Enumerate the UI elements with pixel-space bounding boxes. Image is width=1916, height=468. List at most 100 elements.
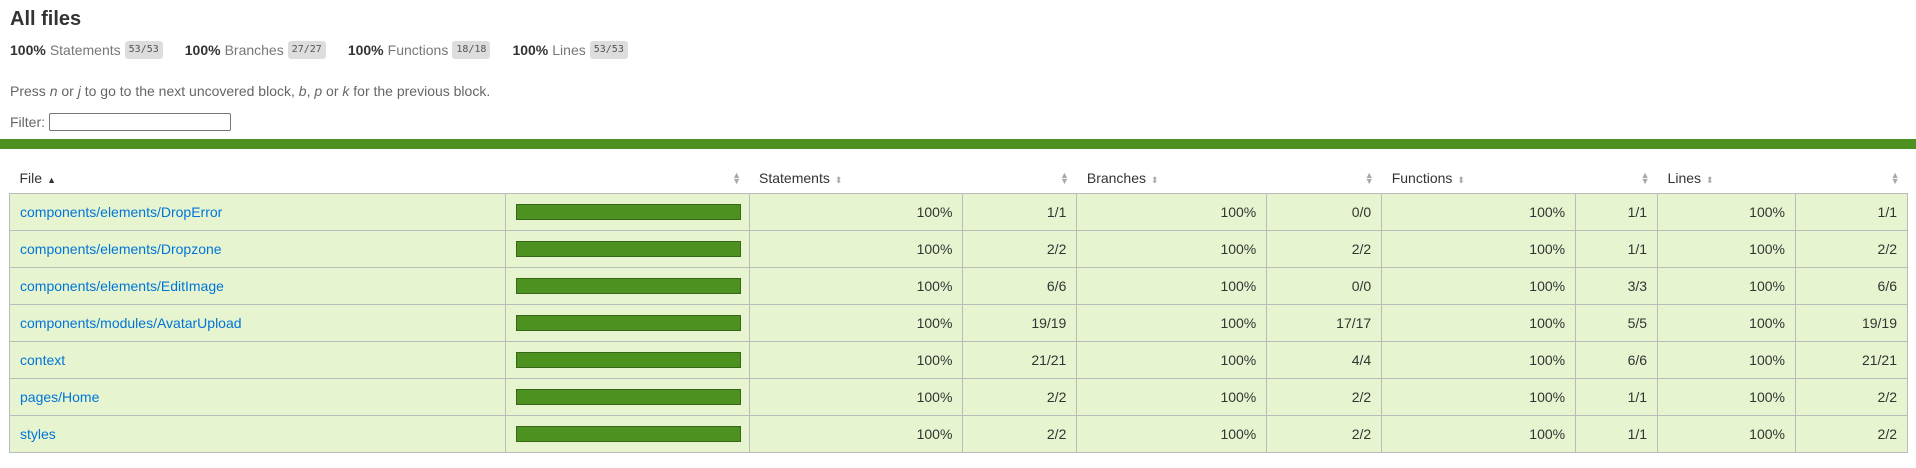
file-link[interactable]: components/elements/EditImage bbox=[20, 278, 224, 294]
sort-ascending-icon: ▲ bbox=[47, 175, 56, 185]
lines-fraction-cell: 2/2 bbox=[1794, 378, 1909, 416]
sort-icon: ⬍ bbox=[1706, 175, 1714, 185]
file-link[interactable]: pages/Home bbox=[20, 389, 99, 405]
coverage-bar-cell bbox=[504, 378, 750, 416]
statements-column-header[interactable]: Statements ⬍ bbox=[749, 163, 963, 194]
branches-column-header[interactable]: Branches ⬍ bbox=[1076, 163, 1267, 194]
statements-fraction-cell: 21/21 bbox=[962, 341, 1078, 379]
statements-pct-cell: 100% bbox=[748, 230, 964, 268]
functions-pct-cell: 100% bbox=[1381, 304, 1577, 342]
statements-fraction-cell: 2/2 bbox=[962, 415, 1078, 453]
summary-fraction: 27/27 bbox=[287, 41, 326, 59]
summary-functions: 100% Functions 18/18 bbox=[348, 41, 491, 59]
file-cell: pages/Home bbox=[9, 378, 506, 416]
branches-pct-cell: 100% bbox=[1076, 304, 1268, 342]
summary-label: Lines bbox=[552, 42, 586, 58]
summary-label: Branches bbox=[224, 42, 284, 58]
hint-text: or bbox=[57, 83, 78, 99]
branches-fraction-cell: 4/4 bbox=[1266, 341, 1383, 379]
file-link[interactable]: components/elements/DropError bbox=[20, 204, 222, 220]
sort-icon: ⬍ bbox=[1151, 175, 1159, 185]
file-cell: components/elements/Dropzone bbox=[9, 230, 506, 268]
summary-statements: 100% Statements 53/53 bbox=[10, 41, 163, 59]
hint-key: b bbox=[298, 83, 307, 99]
lines-fraction-cell: 6/6 bbox=[1794, 267, 1909, 305]
table-header-row: File ▲ ▲ ▼ Statements ⬍ ▲ ▼ Branches ⬍ ▲ ▼ Fun… bbox=[9, 163, 1908, 194]
functions-pct-cell: 100% bbox=[1381, 193, 1577, 231]
coverage-bar bbox=[515, 352, 741, 368]
branches-fraction-cell: 2/2 bbox=[1266, 230, 1383, 268]
functions-pct-cell: 100% bbox=[1381, 267, 1577, 305]
functions-raw-column-header[interactable]: ▲ ▼ bbox=[1575, 163, 1658, 194]
coverage-bar-column-header[interactable]: ▲ ▼ bbox=[505, 163, 750, 194]
filter-input[interactable] bbox=[49, 113, 231, 131]
coverage-bar bbox=[515, 426, 741, 442]
coverage-bar bbox=[515, 241, 741, 257]
statements-pct-cell: 100% bbox=[748, 193, 964, 231]
functions-fraction-cell: 1/1 bbox=[1575, 193, 1659, 231]
sort-icon: ▲ ▼ bbox=[732, 170, 742, 186]
branches-pct-cell: 100% bbox=[1076, 378, 1268, 416]
file-link[interactable]: styles bbox=[20, 426, 56, 442]
statements-fraction-cell: 1/1 bbox=[962, 193, 1078, 231]
branches-pct-cell: 100% bbox=[1076, 341, 1268, 379]
functions-fraction-cell: 3/3 bbox=[1575, 267, 1659, 305]
table-row: components/elements/Dropzone 100% 2/2 100% 2… bbox=[9, 230, 1909, 268]
coverage-bar-cell bbox=[504, 193, 750, 231]
coverage-bar-cell bbox=[504, 415, 750, 453]
file-cell: components/modules/AvatarUpload bbox=[9, 304, 506, 342]
header-label: Lines bbox=[1667, 170, 1702, 186]
table-row: components/modules/AvatarUpload 100% 19/19… bbox=[9, 304, 1909, 342]
functions-pct-cell: 100% bbox=[1381, 341, 1577, 379]
functions-pct-cell: 100% bbox=[1381, 378, 1577, 416]
file-column-header[interactable]: File ▲ bbox=[9, 163, 506, 194]
hint-text: for the previous block. bbox=[349, 83, 491, 99]
statements-pct-cell: 100% bbox=[748, 415, 964, 453]
statements-fraction-cell: 6/6 bbox=[962, 267, 1078, 305]
functions-pct-cell: 100% bbox=[1381, 230, 1577, 268]
coverage-status-line bbox=[0, 139, 1916, 149]
coverage-bar bbox=[515, 315, 741, 331]
filter-label: Filter: bbox=[10, 114, 45, 130]
file-link[interactable]: context bbox=[20, 352, 65, 368]
branches-pct-cell: 100% bbox=[1076, 415, 1268, 453]
statements-pct-cell: 100% bbox=[748, 341, 964, 379]
lines-fraction-cell: 1/1 bbox=[1794, 193, 1909, 231]
functions-fraction-cell: 1/1 bbox=[1575, 415, 1659, 453]
hint-key: p bbox=[314, 83, 323, 99]
lines-pct-cell: 100% bbox=[1657, 193, 1796, 231]
sort-icon: ▲ ▼ bbox=[1059, 170, 1069, 186]
sort-icon: ▲ ▼ bbox=[1890, 170, 1900, 186]
header-label: File bbox=[19, 170, 43, 186]
lines-pct-cell: 100% bbox=[1657, 341, 1796, 379]
filter-row: Filter: bbox=[10, 113, 1906, 131]
hint-text: to go to the next uncovered block, bbox=[80, 83, 299, 99]
keyboard-hint: Press n or j to go to the next uncovered… bbox=[10, 81, 1906, 101]
statements-fraction-cell: 19/19 bbox=[962, 304, 1078, 342]
lines-pct-cell: 100% bbox=[1657, 230, 1796, 268]
lines-column-header[interactable]: Lines ⬍ bbox=[1657, 163, 1796, 194]
coverage-bar-cell bbox=[504, 267, 750, 305]
header-label: Branches bbox=[1086, 170, 1147, 186]
table-row: pages/Home 100% 2/2 100% 2/2 100% 1/1 100% 2/2 bbox=[9, 378, 1909, 416]
lines-fraction-cell: 2/2 bbox=[1794, 415, 1909, 453]
file-link[interactable]: components/modules/AvatarUpload bbox=[20, 315, 242, 331]
functions-column-header[interactable]: Functions ⬍ bbox=[1381, 163, 1576, 194]
branches-raw-column-header[interactable]: ▲ ▼ bbox=[1266, 163, 1382, 194]
sort-icon: ⬍ bbox=[1457, 175, 1465, 185]
functions-fraction-cell: 1/1 bbox=[1575, 230, 1659, 268]
header-label: Statements bbox=[759, 170, 830, 186]
functions-fraction-cell: 5/5 bbox=[1575, 304, 1659, 342]
file-cell: components/elements/DropError bbox=[9, 193, 506, 231]
coverage-bar-cell bbox=[504, 341, 750, 379]
coverage-bar bbox=[515, 389, 741, 405]
statements-raw-column-header[interactable]: ▲ ▼ bbox=[962, 163, 1077, 194]
lines-pct-cell: 100% bbox=[1657, 415, 1796, 453]
file-cell: styles bbox=[9, 415, 506, 453]
branches-fraction-cell: 2/2 bbox=[1266, 378, 1383, 416]
summary-pct: 100% bbox=[184, 42, 221, 58]
hint-text: Press bbox=[10, 83, 50, 99]
lines-raw-column-header[interactable]: ▲ ▼ bbox=[1795, 163, 1908, 194]
file-link[interactable]: components/elements/Dropzone bbox=[20, 241, 222, 257]
sort-icon: ▲ ▼ bbox=[1640, 170, 1650, 186]
